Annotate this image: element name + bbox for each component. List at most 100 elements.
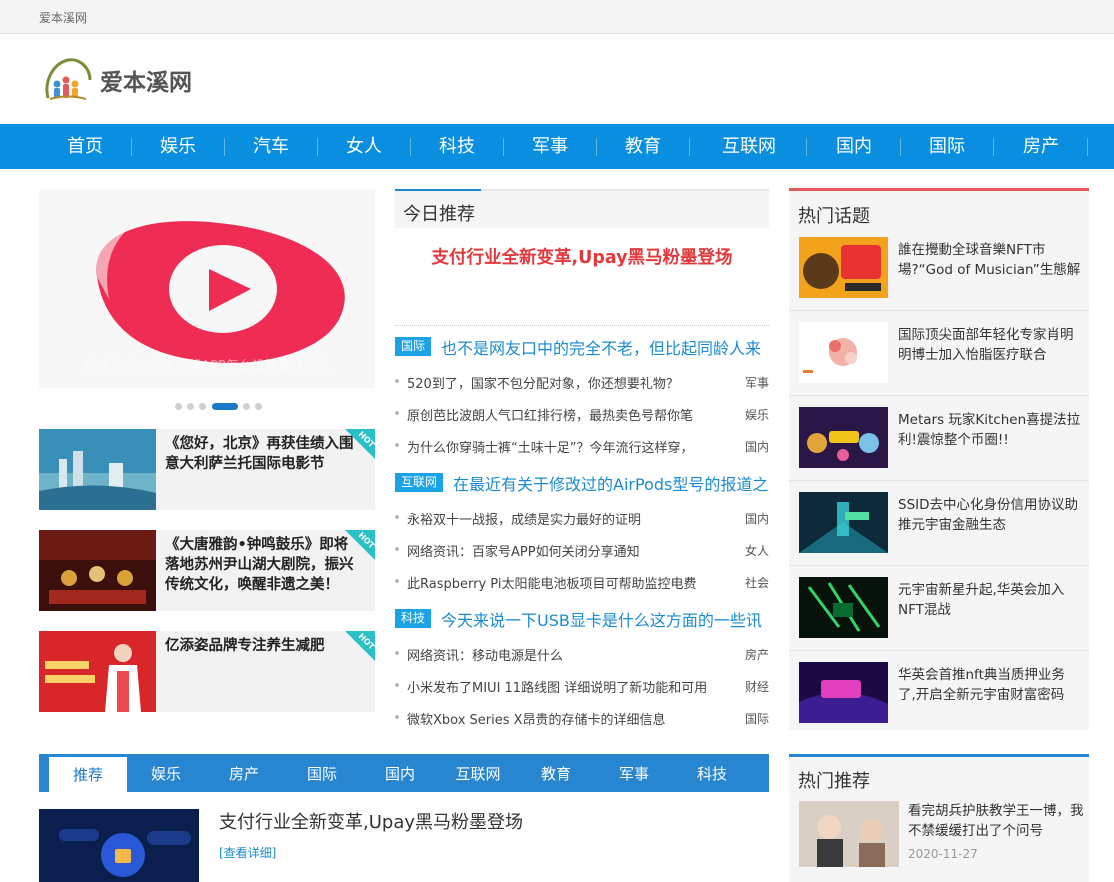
category-headline-row[interactable]: 互联网 在最近有关于修改过的AirPods型号的报道之 [395, 471, 769, 495]
tab-international[interactable]: 国际 [283, 754, 361, 792]
category-headline-row[interactable]: 科技 今天来说一下USB显卡是什么这方面的一些讯 [395, 607, 769, 631]
view-details-link[interactable]: [查看详细] [219, 844, 276, 861]
featured-thumbnail[interactable] [39, 530, 156, 611]
tab-entertainment[interactable]: 娱乐 [127, 754, 205, 792]
category-headline[interactable]: 今天来说一下USB显卡是什么这方面的一些讯 [441, 607, 762, 631]
topic-title[interactable]: 誰在攪動全球音樂NFT市場?“God of Musician”生態解 [898, 240, 1082, 280]
slider-dot[interactable] [243, 403, 250, 410]
topic-title[interactable]: 元宇宙新星升起,华英会加入NFT混战 [898, 580, 1082, 620]
tab-realestate[interactable]: 房产 [205, 754, 283, 792]
category-headline[interactable]: 也不是网友口中的完全不老，但比起同龄人来 [441, 335, 761, 359]
topic-thumbnail[interactable] [799, 577, 888, 638]
topic-title[interactable]: SSID去中心化身份信用协议助推元宇宙金融生态 [898, 495, 1082, 535]
nav-separator [993, 138, 994, 156]
today-headline[interactable]: 支付行业全新变革,Upay黑马粉墨登场 [395, 244, 769, 269]
top-bar-site-name[interactable]: 爱本溪网 [39, 9, 87, 26]
featured-title[interactable]: 亿添姿品牌专注养生减肥 [165, 636, 355, 656]
category-tag[interactable]: 国际 [395, 337, 432, 356]
topic-title[interactable]: 华英会首推nft典当质押业务了,开启全新元宇宙财富密码 [898, 665, 1082, 705]
featured-thumbnail[interactable] [39, 429, 156, 510]
topic-thumbnail[interactable] [799, 237, 888, 298]
top-bar: 爱本溪网 [0, 0, 1114, 34]
topic-title[interactable]: 国际顶尖面部年轻化专家肖明明博士加入怡脂医疗联合 [898, 325, 1082, 365]
list-item[interactable]: 微软Xbox Series X昂贵的存储卡的详细信息 国际 [395, 708, 769, 728]
topic-item[interactable]: SSID去中心化身份信用协议助推元宇宙金融生态 [789, 481, 1089, 566]
slider-dot[interactable] [255, 403, 262, 410]
featured-item[interactable]: 《大唐雅韵•钟鸣鼓乐》即将落地苏州尹山湖大剧院，振兴传统文化，唤醒非遗之美！ H… [39, 530, 375, 611]
topic-title[interactable]: Metars 玩家Kitchen喜提法拉利!震惊整个币圈!! [898, 410, 1082, 450]
hot-recommend-heading: 热门推荐 [798, 771, 870, 792]
category-tag[interactable]: 科技 [395, 609, 432, 628]
site-logo[interactable]: 爱本溪网 [40, 54, 200, 104]
topic-thumbnail[interactable] [799, 322, 888, 383]
nav-item-auto[interactable]: 汽车 [225, 124, 317, 169]
featured-item[interactable]: 亿添姿品牌专注养生减肥 HOT [39, 631, 375, 712]
list-item[interactable]: 此Raspberry Pi太阳能电池板项目可帮助监控电费 社会 [395, 572, 769, 592]
tab-tech[interactable]: 科技 [673, 754, 751, 792]
hot-topics-panel: 热门话题 誰在攪動全球音樂NFT市場?“God of Musician”生態解 … [789, 188, 1089, 730]
tab-recommend[interactable]: 推荐 [49, 757, 127, 792]
category-tabs: 推荐 娱乐 房产 国际 国内 互联网 教育 军事 科技 [39, 754, 769, 792]
featured-title[interactable]: 《您好，北京》再获佳绩入围意大利萨兰托国际电影节 [165, 434, 355, 474]
nav-separator [1087, 138, 1088, 156]
today-heading: 今日推荐 [403, 204, 475, 225]
topic-item[interactable]: 华英会首推nft典当质押业务了,开启全新元宇宙财富密码 [789, 651, 1089, 736]
nav-item-home[interactable]: 首页 [39, 124, 131, 169]
list-item[interactable]: 网络资讯：百家号APP如何关闭分享通知 女人 [395, 540, 769, 560]
featured-title[interactable]: 《大唐雅韵•钟鸣鼓乐》即将落地苏州尹山湖大剧院，振兴传统文化，唤醒非遗之美！ [165, 535, 355, 595]
featured-item[interactable]: 《您好，北京》再获佳绩入围意大利萨兰托国际电影节 HOT [39, 429, 375, 510]
banner-caption: 网络资讯：西瓜视频APP怎么设置推送消息 [84, 359, 330, 374]
topic-item[interactable]: 誰在攪動全球音樂NFT市場?“God of Musician”生態解 [789, 226, 1089, 311]
nav-item-military[interactable]: 军事 [504, 124, 596, 169]
topic-item[interactable]: 国际顶尖面部年轻化专家肖明明博士加入怡脂医疗联合 [789, 311, 1089, 396]
logo-text: 爱本溪网 [100, 69, 192, 96]
article-title[interactable]: 支付行业全新变革,Upay黑马粉墨登场 [219, 808, 523, 834]
list-item[interactable]: 网络资讯：移动电源是什么 房产 [395, 644, 769, 664]
main-nav: 首页 娱乐 汽车 女人 科技 军事 教育 互联网 国内 国际 房产 [0, 124, 1114, 169]
featured-thumbnail[interactable] [39, 631, 156, 712]
nav-separator [806, 138, 807, 156]
topic-thumbnail[interactable] [799, 662, 888, 723]
slider-dot[interactable] [175, 403, 182, 410]
header-accent [395, 189, 481, 191]
list-item[interactable]: 520到了，国家不包分配对象，你还想要礼物？ 军事 [395, 372, 769, 392]
hot-topics-heading: 热门话题 [798, 206, 870, 227]
nav-item-women[interactable]: 女人 [318, 124, 410, 169]
today-section-header: 今日推荐 [395, 189, 769, 228]
nav-separator [689, 138, 690, 156]
article-thumbnail[interactable] [39, 809, 199, 882]
category-tag[interactable]: 互联网 [395, 473, 444, 492]
hot-badge: HOT [345, 631, 375, 661]
list-item[interactable]: 永裕双十一战报，成绩是实力最好的证明 国内 [395, 508, 769, 528]
recommend-thumbnail[interactable] [799, 801, 899, 867]
list-item[interactable]: 原创芭比波朗人气口红排行榜，最热卖色号帮你笔 娱乐 [395, 404, 769, 424]
logo-icon [45, 58, 92, 100]
category-headline-row[interactable]: 国际 也不是网友口中的完全不老，但比起同龄人来 [395, 335, 769, 359]
slider-dot-active[interactable] [212, 403, 238, 410]
topic-thumbnail[interactable] [799, 492, 888, 553]
tab-education[interactable]: 教育 [517, 754, 595, 792]
nav-item-international[interactable]: 国际 [901, 124, 993, 169]
tab-domestic[interactable]: 国内 [361, 754, 439, 792]
divider [395, 325, 769, 326]
nav-item-tech[interactable]: 科技 [411, 124, 503, 169]
nav-item-internet[interactable]: 互联网 [703, 124, 795, 169]
nav-item-education[interactable]: 教育 [597, 124, 689, 169]
slider-dot[interactable] [187, 403, 194, 410]
recommend-title[interactable]: 看完胡兵护肤教学王一博，我不禁缓缓打出了个问号 [908, 801, 1084, 841]
tab-military[interactable]: 军事 [595, 754, 673, 792]
hot-badge: HOT [345, 429, 375, 459]
category-headline[interactable]: 在最近有关于修改过的AirPods型号的报道之 [453, 471, 768, 495]
topic-thumbnail[interactable] [799, 407, 888, 468]
nav-item-domestic[interactable]: 国内 [808, 124, 900, 169]
topic-item[interactable]: 元宇宙新星升起,华英会加入NFT混战 [789, 566, 1089, 651]
banner-slide[interactable]: 网络资讯：西瓜视频APP怎么设置推送消息 [39, 189, 375, 388]
recommend-date: 2020-11-27 [908, 847, 978, 861]
topic-item[interactable]: Metars 玩家Kitchen喜提法拉利!震惊整个币圈!! [789, 396, 1089, 481]
slider-dot[interactable] [199, 403, 206, 410]
nav-item-realestate[interactable]: 房产 [995, 124, 1087, 169]
list-item[interactable]: 小米发布了MIUI 11路线图 详细说明了新功能和可用 财经 [395, 676, 769, 696]
nav-item-entertainment[interactable]: 娱乐 [132, 124, 224, 169]
tab-internet[interactable]: 互联网 [439, 754, 517, 792]
list-item[interactable]: 为什么你穿骑士裤“土味十足”？今年流行这样穿， 国内 [395, 436, 769, 456]
